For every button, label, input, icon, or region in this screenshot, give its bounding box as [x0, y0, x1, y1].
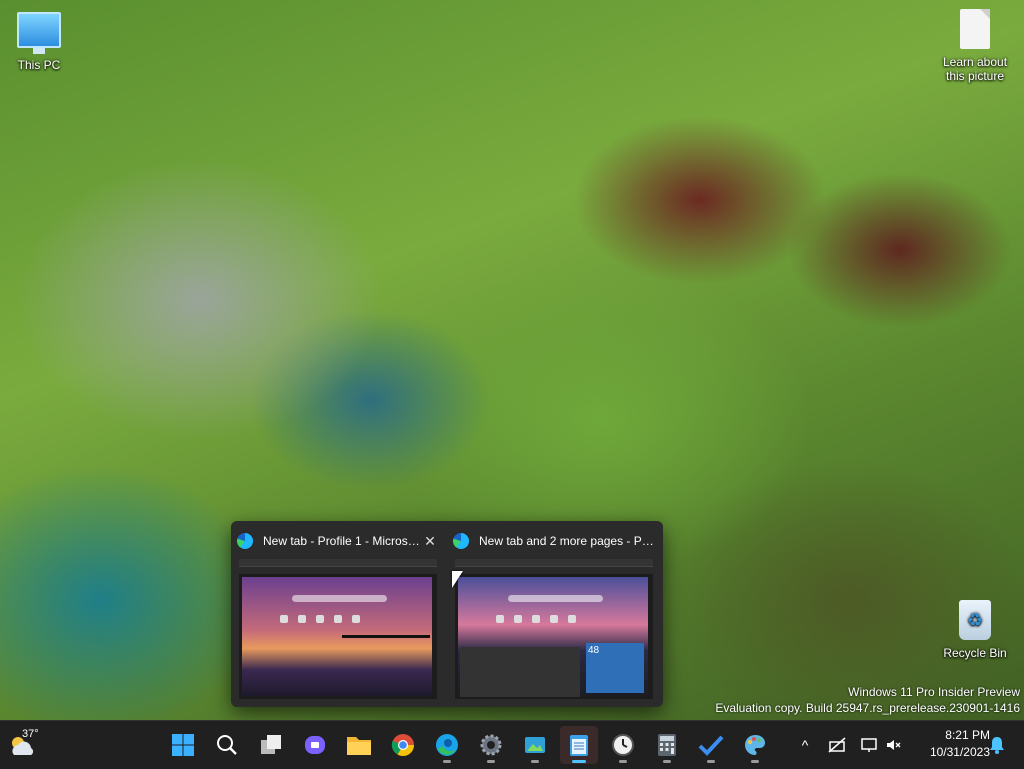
windows-logo-icon	[172, 734, 194, 756]
window-preview[interactable]	[239, 559, 437, 699]
edge-icon	[453, 533, 469, 549]
palette-icon	[745, 735, 765, 755]
desktop-icon-label: This PC	[17, 58, 61, 72]
pier-image	[342, 635, 430, 638]
todo-button[interactable]	[692, 726, 730, 764]
teams-chat-icon	[305, 736, 325, 754]
window-preview[interactable]: 48	[455, 559, 653, 699]
running-indicator	[572, 760, 586, 763]
desktop-icon-this-pc[interactable]: This PC	[0, 12, 84, 72]
task-view-button[interactable]	[252, 726, 290, 764]
file-explorer-button[interactable]	[340, 726, 378, 764]
search-box-preview	[508, 595, 603, 602]
running-indicator	[531, 760, 539, 763]
calculator-icon	[658, 734, 676, 756]
desktop-icon-learn-about-picture[interactable]: Learn about this picture	[930, 9, 1020, 83]
calculator-button[interactable]	[648, 726, 686, 764]
bell-icon	[990, 737, 1004, 754]
running-indicator	[619, 760, 627, 763]
close-icon[interactable]: ✕	[421, 533, 439, 550]
thumbnail-title: New tab and 2 more pages - Profile 2 - M…	[479, 534, 655, 548]
watermark-line-1: Windows 11 Pro Insider Preview	[848, 685, 1020, 699]
weather-widget[interactable]: 37°	[8, 727, 48, 763]
checkmark-icon	[698, 735, 724, 756]
tray-display-icon[interactable]	[858, 721, 880, 769]
taskbar-thumbnail-flyout: New tab - Profile 1 - Microsoft Edge ✕ N…	[231, 521, 663, 707]
tray-network-icon[interactable]	[826, 721, 848, 769]
watermark-line-2: Evaluation copy. Build 25947.rs_prerelea…	[715, 701, 1020, 715]
taskbar: 37° ^ 8:21 PM 10/31/2023	[0, 720, 1024, 769]
chrome-button[interactable]	[384, 726, 422, 764]
desktop-icon-label: Recycle Bin	[943, 646, 1007, 660]
notepad-icon	[570, 735, 588, 756]
running-indicator	[487, 760, 495, 763]
weather-temperature: 37°	[22, 728, 39, 740]
edge-icon	[237, 533, 253, 549]
settings-button[interactable]	[472, 726, 510, 764]
quick-links-preview	[496, 615, 576, 623]
clock-button[interactable]	[604, 726, 642, 764]
photos-button[interactable]	[516, 726, 554, 764]
paint-button[interactable]	[736, 726, 774, 764]
chrome-icon	[391, 734, 414, 756]
tray-volume-icon[interactable]	[884, 721, 902, 769]
running-indicator	[707, 760, 715, 763]
monitor-icon	[861, 738, 877, 752]
edge-button[interactable]	[428, 726, 466, 764]
teams-chat-button[interactable]	[296, 726, 334, 764]
window-thumbnail-1[interactable]: New tab - Profile 1 - Microsoft Edge ✕	[231, 521, 445, 707]
clock-button[interactable]: 8:21 PM 10/31/2023	[930, 727, 990, 761]
gear-icon	[480, 734, 502, 756]
folder-icon	[347, 737, 371, 755]
edge-icon	[436, 734, 458, 756]
search-box-preview	[292, 595, 387, 602]
desktop-icon-label: Learn about this picture	[942, 55, 1008, 83]
clock-date: 10/31/2023	[929, 745, 990, 759]
clock-icon	[612, 734, 634, 756]
show-hidden-icons-button[interactable]: ^	[794, 721, 816, 769]
new-tab-page-preview	[242, 577, 432, 696]
mouse-cursor	[452, 571, 463, 588]
os-watermark: Windows 11 Pro Insider Preview Evaluatio…	[715, 684, 1020, 716]
window-thumbnail-2[interactable]: New tab and 2 more pages - Profile 2 - M…	[447, 521, 661, 707]
weather-temp: 48	[588, 645, 600, 656]
start-button[interactable]	[164, 726, 202, 764]
no-network-icon	[828, 737, 846, 753]
news-card-preview	[460, 647, 580, 697]
photos-icon	[525, 737, 545, 753]
notepad-button[interactable]	[560, 726, 598, 764]
monitor-icon	[17, 12, 61, 54]
desktop-icon-recycle-bin[interactable]: ♻ Recycle Bin	[930, 600, 1020, 660]
notifications-button[interactable]	[986, 721, 1008, 769]
chevron-up-icon: ^	[801, 737, 809, 753]
weather-card-preview: 48	[586, 643, 644, 693]
clock-time: 8:21 PM	[945, 728, 990, 742]
new-tab-page-preview: 48	[458, 577, 648, 697]
running-indicator	[443, 760, 451, 763]
recycle-bin-icon: ♻	[959, 600, 991, 640]
search-button[interactable]	[208, 726, 246, 764]
task-view-icon	[261, 735, 281, 754]
volume-muted-icon	[887, 740, 901, 750]
thumbnail-title: New tab - Profile 1 - Microsoft Edge	[263, 534, 421, 548]
running-indicator	[663, 760, 671, 763]
search-icon	[217, 735, 237, 755]
document-icon	[960, 9, 990, 49]
quick-links-preview	[280, 615, 360, 623]
running-indicator	[751, 760, 759, 763]
